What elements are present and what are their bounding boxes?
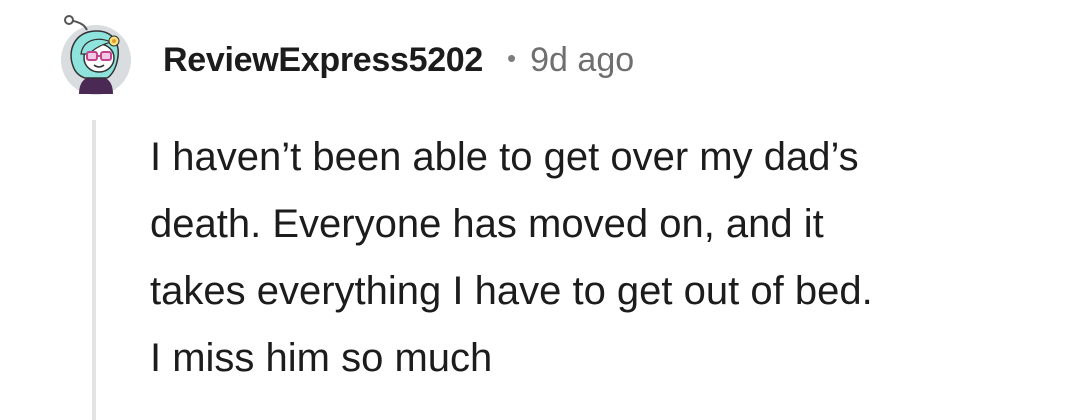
comment-meta: ReviewExpress5202 • 9d ago — [163, 38, 634, 82]
author-username[interactable]: ReviewExpress5202 — [163, 41, 483, 80]
comment-body-line: death. Everyone has moved on, and it — [150, 202, 824, 246]
meta-separator: • — [507, 42, 517, 73]
comment-body-line: takes everything I have to get out of be… — [150, 269, 873, 313]
comment: ReviewExpress5202 • 9d ago I haven’t bee… — [0, 0, 1080, 420]
comment-body: I haven’t been able to get over my dad’s… — [150, 124, 1050, 392]
comment-timestamp[interactable]: 9d ago — [530, 41, 634, 80]
comment-body-line: I miss him so much — [150, 336, 493, 380]
comment-body-line: I haven’t been able to get over my dad’s — [150, 135, 859, 179]
snoo-avatar-icon — [61, 15, 131, 95]
user-avatar[interactable] — [57, 14, 135, 96]
thread-collapse-line[interactable] — [92, 120, 96, 420]
